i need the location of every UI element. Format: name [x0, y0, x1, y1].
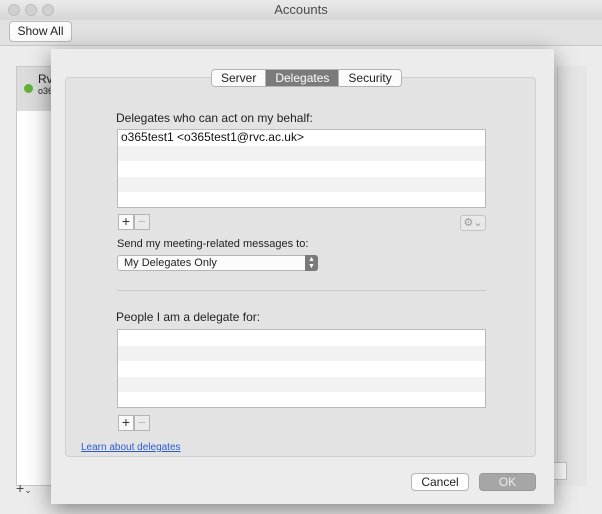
minimize-window-button[interactable] — [25, 4, 37, 16]
zoom-window-button[interactable] — [42, 4, 54, 16]
delegate-for-add-remove: + − — [118, 415, 150, 431]
tab-bar: Server Delegates Security — [211, 69, 402, 87]
list-item — [118, 345, 485, 362]
close-window-button[interactable] — [8, 4, 20, 16]
tab-delegates[interactable]: Delegates — [266, 70, 340, 86]
window-titlebar: Accounts — [0, 0, 602, 20]
list-item — [118, 192, 485, 208]
ok-button[interactable]: OK — [479, 473, 536, 491]
delegate-for-list[interactable] — [117, 329, 486, 408]
add-delegate-for-button[interactable]: + — [118, 415, 134, 431]
list-item — [118, 330, 485, 346]
list-item — [118, 392, 485, 408]
window-title: Accounts — [274, 2, 328, 17]
accounts-sidebar — [16, 66, 56, 486]
window-toolbar: Show All — [0, 20, 602, 46]
tab-server[interactable]: Server — [212, 70, 267, 86]
section-divider — [117, 290, 486, 291]
list-item — [118, 145, 485, 162]
add-account-button[interactable]: +⌄ — [16, 480, 32, 496]
list-item — [118, 176, 485, 193]
learn-about-delegates-link[interactable]: Learn about delegates — [81, 442, 181, 453]
account-status-icon — [24, 84, 33, 93]
send-messages-select[interactable]: My Delegates Only ▲ ▼ — [117, 255, 318, 271]
remove-delegate-for-button[interactable]: − — [134, 415, 150, 431]
cancel-button[interactable]: Cancel — [411, 473, 469, 491]
delegates-list[interactable]: o365test1 <o365test1@rvc.ac.uk> — [117, 129, 486, 208]
show-all-button[interactable]: Show All — [9, 21, 72, 42]
delegates-heading: Delegates who can act on my behalf: — [116, 111, 313, 125]
delegates-add-remove: + − — [118, 214, 150, 230]
background-text-field — [553, 462, 567, 480]
delegates-panel: Delegates who can act on my behalf: o365… — [65, 77, 536, 457]
list-item — [118, 161, 485, 177]
delegate-for-heading: People I am a delegate for: — [116, 310, 261, 324]
list-item — [118, 376, 485, 393]
account-details-area — [557, 66, 587, 486]
add-delegate-button[interactable]: + — [118, 214, 134, 230]
send-messages-label: Send my meeting-related messages to: — [117, 238, 309, 250]
chevron-down-icon: ⌄ — [24, 485, 32, 495]
send-messages-value: My Delegates Only — [124, 257, 217, 269]
advanced-sheet: Server Delegates Security Delegates who … — [51, 49, 554, 504]
plus-icon: + — [16, 480, 25, 496]
remove-delegate-button[interactable]: − — [134, 214, 150, 230]
tab-security[interactable]: Security — [339, 70, 401, 86]
list-item[interactable]: o365test1 <o365test1@rvc.ac.uk> — [118, 130, 485, 146]
up-down-arrows-icon: ▲ ▼ — [305, 255, 318, 271]
gear-icon[interactable]: ⚙⌄ — [460, 215, 486, 231]
list-item — [118, 361, 485, 377]
